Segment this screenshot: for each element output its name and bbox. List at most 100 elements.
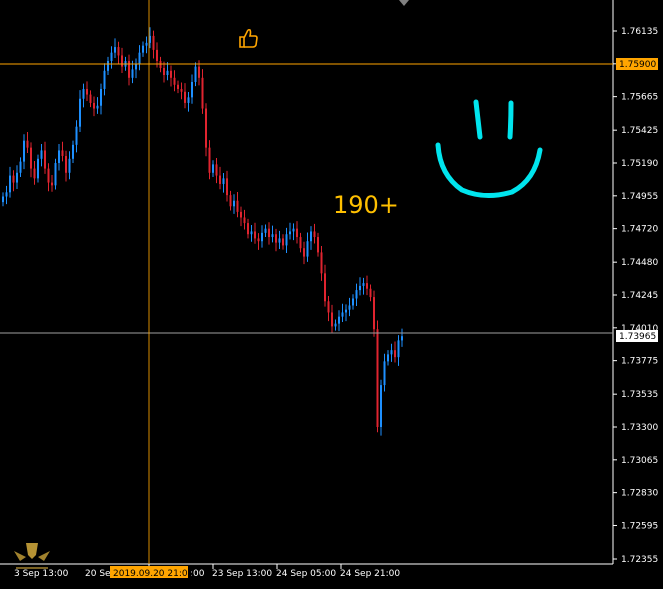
candle-body	[201, 77, 204, 109]
candle-body	[180, 88, 183, 92]
candle-body	[26, 140, 29, 148]
candle-body	[320, 252, 323, 274]
y-tick-label: 1.73300	[621, 423, 658, 433]
candle-body	[5, 192, 8, 197]
y-tick-label: 1.74720	[621, 225, 658, 235]
candle-body	[341, 312, 344, 317]
candle-body	[229, 195, 232, 207]
candle-body	[348, 305, 351, 310]
candle-body	[138, 52, 141, 64]
candle-body	[33, 168, 36, 179]
candle-body	[355, 290, 358, 299]
candle-body	[278, 238, 281, 243]
current-price-tag: 1.73965	[616, 330, 658, 342]
candle-body	[72, 144, 74, 159]
candle-body	[79, 98, 81, 127]
candle-body	[75, 126, 78, 145]
candle-body	[233, 200, 235, 207]
candle-body	[117, 47, 120, 56]
candle-body	[243, 217, 246, 224]
candle-body	[173, 77, 176, 85]
candle-body	[110, 52, 113, 62]
candle-body	[47, 168, 50, 183]
candle-body	[310, 231, 312, 242]
candle-body	[359, 285, 361, 291]
candle-body	[2, 196, 4, 203]
candle-body	[156, 49, 158, 62]
y-tick-label: 1.76135	[621, 27, 658, 37]
candle-body	[61, 150, 64, 157]
crosshair-time-tag-text: 2019.09.20 21:00	[113, 569, 194, 579]
smiley-right-eye	[507, 100, 514, 140]
y-tick-label: 1.72595	[621, 521, 658, 531]
x-tick-label: 24 Sep 05:00	[276, 569, 336, 579]
candle-body	[121, 55, 123, 67]
candle-body	[212, 164, 214, 173]
candle-body	[86, 88, 88, 95]
candle-body	[93, 102, 95, 109]
candle-body	[187, 97, 190, 103]
candle-body	[114, 47, 116, 53]
candle-body	[9, 175, 11, 193]
candle-body	[334, 323, 337, 327]
candle-body	[345, 309, 347, 313]
candle-body	[163, 68, 165, 75]
candle-body	[394, 350, 396, 358]
candle-body	[331, 312, 333, 327]
candle-body	[324, 273, 326, 302]
candle-body	[103, 70, 106, 89]
y-tick-label: 1.74245	[621, 291, 658, 301]
candle-body	[282, 238, 284, 246]
candle-body	[299, 237, 302, 249]
candle-body	[194, 66, 197, 82]
candle-body	[12, 175, 15, 183]
candle-body	[338, 316, 340, 324]
candlestick-chart: 1.76135 1.75665 1.75425 1.75190 1.74955 1.747…	[0, 0, 663, 589]
candle-body	[40, 150, 43, 159]
y-tick-label: 1.74955	[621, 192, 658, 202]
candle-body	[275, 234, 277, 243]
candle-body	[152, 35, 155, 50]
candle-body	[268, 228, 270, 238]
candle-body	[68, 158, 71, 173]
orange-price-tag-text: 1.75900	[619, 60, 656, 70]
candle-body	[271, 234, 274, 238]
candle-body	[198, 66, 200, 78]
candle-body	[131, 69, 134, 78]
candle-body	[285, 234, 288, 246]
candle-body	[219, 175, 221, 184]
y-tick-label: 1.72830	[621, 489, 658, 499]
candle-body	[37, 158, 39, 179]
y-tick-label: 1.73065	[621, 456, 658, 466]
candle-body	[159, 61, 162, 69]
candle-body	[250, 231, 253, 235]
candle-body	[376, 329, 379, 427]
candle-body	[177, 84, 179, 89]
candle-body	[373, 297, 375, 330]
candle-body	[306, 241, 309, 257]
x-tick-label: 23 Sep 13:00	[212, 569, 272, 579]
y-tick-label: 1.75190	[621, 159, 658, 169]
candle-body	[89, 94, 92, 103]
candle-body	[296, 228, 298, 238]
candle-body	[247, 223, 249, 235]
y-tick-label: 1.74480	[621, 258, 658, 268]
x-tick-label: 20 Se	[85, 569, 111, 579]
candle-body	[191, 81, 193, 98]
candle-body	[254, 231, 256, 239]
candle-body	[390, 350, 393, 355]
candle-body	[352, 298, 354, 306]
candle-body	[208, 147, 211, 173]
candle-body	[44, 150, 46, 169]
candle-body	[261, 232, 263, 242]
candle-body	[366, 283, 368, 289]
candle-body	[369, 288, 372, 298]
candle-body	[317, 237, 319, 253]
candle-body	[226, 178, 228, 196]
candle-body	[303, 248, 305, 257]
y-tick-label: 1.73775	[621, 357, 658, 367]
chart-background	[0, 0, 663, 589]
candle-body	[205, 108, 207, 148]
orange-price-tag: 1.75900	[616, 58, 658, 70]
candle-body	[16, 172, 18, 183]
